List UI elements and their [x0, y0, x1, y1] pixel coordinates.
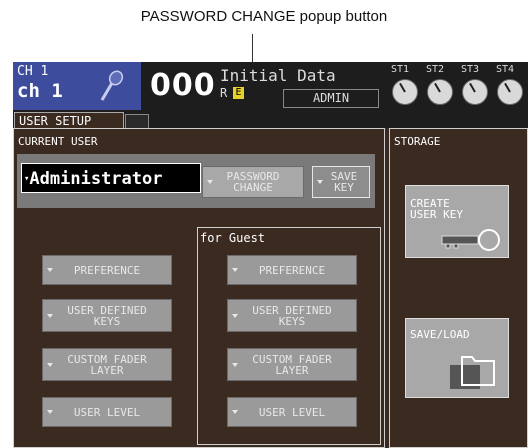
save-key-button[interactable]: SAVE KEY	[312, 166, 370, 198]
current-user-title: CURRENT USER	[18, 135, 98, 148]
preference-button[interactable]: PREFERENCE	[42, 255, 172, 285]
storage-title: STORAGE	[394, 135, 441, 148]
dropdown-arrow-icon	[47, 313, 53, 318]
knob-icon[interactable]	[427, 79, 453, 105]
top-status-bar: CH 1 ch 1 000 Initial Data R E ADMIN ST1…	[13, 62, 528, 110]
st-knob-area: ST1 ST2 ST3 ST4	[387, 62, 528, 110]
key-icon	[441, 229, 500, 251]
create-user-key-button[interactable]: CREATE USER KEY	[405, 185, 509, 258]
tab-user-setup[interactable]: USER SETUP	[14, 112, 124, 128]
guest-custom-fader-layer-button[interactable]: CUSTOM FADER LAYER	[227, 348, 357, 381]
knob-icon[interactable]	[497, 79, 523, 105]
create-user-key-label: CREATE USER KEY	[410, 197, 463, 221]
user-level-label: USER LEVEL	[73, 405, 141, 419]
dropdown-arrow-icon	[47, 362, 53, 367]
save-load-label: SAVE/LOAD	[410, 328, 470, 341]
save-key-label: SAVE KEY	[330, 170, 358, 194]
guest-user-level-button[interactable]: USER LEVEL	[227, 397, 357, 427]
st-label: ST2	[426, 64, 445, 75]
guest-preference-button[interactable]: PREFERENCE	[227, 255, 357, 285]
channel-display[interactable]: CH 1 ch 1	[13, 62, 141, 110]
callout-label: PASSWORD CHANGE popup button	[140, 8, 388, 25]
dropdown-arrow-icon	[232, 313, 238, 318]
console-screen: CH 1 ch 1 000 Initial Data R E ADMIN ST1…	[13, 62, 528, 448]
guest-custom-fader-layer-label: CUSTOM FADER LAYER	[252, 352, 332, 377]
current-user-indicator: ADMIN	[283, 89, 379, 108]
user-defined-keys-label: USER DEFINED KEYS	[67, 303, 147, 328]
st-label: ST1	[391, 64, 410, 75]
preference-label: PREFERENCE	[73, 263, 141, 277]
password-change-button[interactable]: PASSWORD CHANGE	[202, 166, 304, 198]
scene-number[interactable]: 000	[150, 68, 216, 103]
dropdown-arrow-icon	[232, 268, 238, 272]
user-level-button[interactable]: USER LEVEL	[42, 397, 172, 427]
custom-fader-layer-button[interactable]: CUSTOM FADER LAYER	[42, 348, 172, 381]
save-load-button[interactable]: SAVE/LOAD	[405, 318, 509, 398]
guest-preference-label: PREFERENCE	[258, 263, 326, 277]
tab-bar: USER SETUP	[13, 110, 528, 129]
knob-icon[interactable]	[462, 79, 488, 105]
user-select-field[interactable]: ▾Administrator	[21, 163, 201, 193]
mic-icon	[100, 70, 124, 101]
st-label: ST3	[461, 64, 480, 75]
scene-title: Initial Data	[220, 66, 336, 85]
dropdown-arrow-icon	[232, 362, 238, 367]
password-change-label: PASSWORD CHANGE	[226, 170, 280, 194]
channel-number: CH 1	[17, 64, 49, 79]
guest-user-defined-keys-label: USER DEFINED KEYS	[252, 303, 332, 328]
guest-user-defined-keys-button[interactable]: USER DEFINED KEYS	[227, 299, 357, 332]
channel-name: ch 1	[17, 80, 63, 102]
edit-mark: E	[233, 87, 244, 99]
knob-icon[interactable]	[392, 79, 418, 105]
custom-fader-layer-label: CUSTOM FADER LAYER	[67, 352, 147, 377]
folder-icon	[450, 356, 495, 389]
st-label: ST4	[496, 64, 515, 75]
dropdown-arrow-icon	[317, 180, 323, 184]
user-select-value: Administrator	[29, 169, 163, 189]
guest-title: for Guest	[200, 231, 266, 245]
storage-panel	[389, 128, 528, 448]
dropdown-arrow-icon	[207, 180, 213, 184]
user-defined-keys-button[interactable]: USER DEFINED KEYS	[42, 299, 172, 332]
tab-secondary[interactable]	[125, 114, 149, 129]
dropdown-arrow-icon	[47, 268, 53, 272]
read-only-mark: R	[220, 86, 228, 100]
dropdown-arrow-icon	[47, 410, 53, 414]
guest-user-level-label: USER LEVEL	[258, 405, 326, 419]
dropdown-arrow-icon	[232, 410, 238, 414]
